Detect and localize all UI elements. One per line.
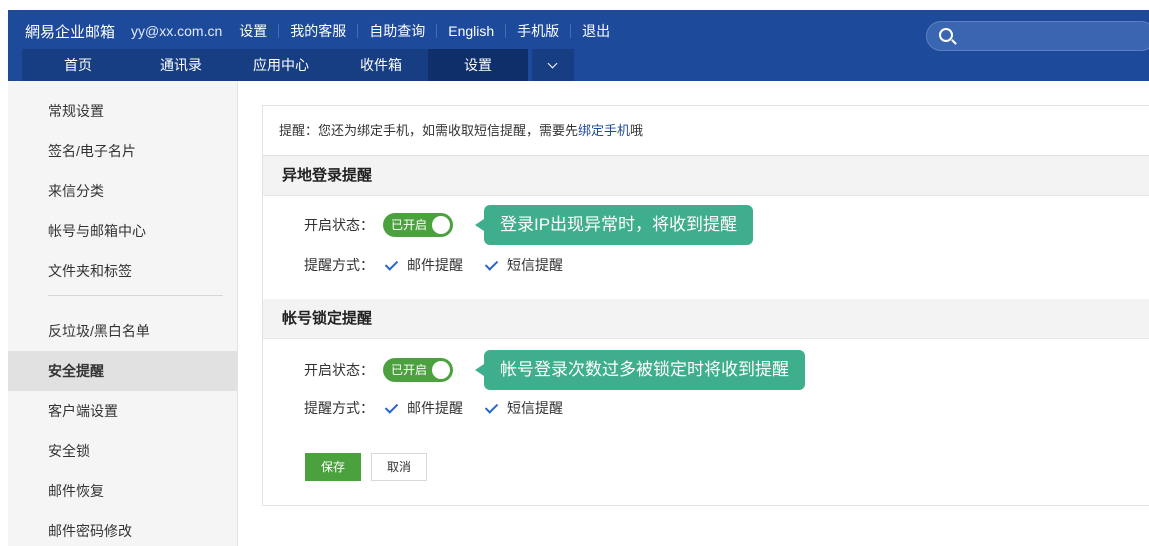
tab-settings[interactable]: 设置 (428, 49, 528, 81)
sidebar-item-mail-recovery[interactable]: 邮件恢复 (8, 471, 237, 511)
security-alert-panel: 提醒：您还为绑定手机，如需收取短信提醒，需要先绑定手机哦 异地登录提醒 开启状态… (262, 105, 1149, 506)
tab-contacts[interactable]: 通讯录 (134, 49, 228, 81)
main-nav: 首页 通讯录 应用中心 收件箱 设置 (22, 49, 574, 81)
account-lock-status-row: 开启状态： 已开启 帐号登录次数过多被锁定时将收到提醒 (263, 350, 1149, 390)
sidebar-item-account-center[interactable]: 帐号与邮箱中心 (8, 211, 237, 251)
account-lock-sms-checkbox[interactable]: 短信提醒 (483, 398, 563, 418)
sidebar-divider (48, 295, 223, 296)
status-label: 开启状态： (304, 217, 374, 233)
remote-login-section-title: 异地登录提醒 (263, 156, 1149, 196)
search-icon (939, 28, 953, 42)
brand-logo: 網易企业邮箱 (25, 23, 116, 41)
account-lock-tooltip: 帐号登录次数过多被锁定时将收到提醒 (475, 350, 805, 390)
status-label: 开启状态： (304, 362, 374, 378)
sidebar: 常规设置 签名/电子名片 来信分类 帐号与邮箱中心 文件夹和标签 反垃圾/黑白名… (8, 81, 238, 546)
tab-inbox[interactable]: 收件箱 (334, 49, 428, 81)
nav-more-button[interactable] (532, 49, 574, 81)
toggle-knob (432, 361, 450, 379)
sidebar-item-antispam[interactable]: 反垃圾/黑白名单 (8, 311, 237, 351)
sidebar-item-general[interactable]: 常规设置 (8, 91, 237, 131)
link-logout[interactable]: 退出 (570, 24, 621, 38)
method-label: 提醒方式： (304, 400, 374, 416)
remote-login-sms-checkbox[interactable]: 短信提醒 (483, 255, 563, 275)
checkbox-label: 邮件提醒 (407, 257, 463, 273)
notice-suffix: 哦 (630, 123, 644, 138)
remote-login-status-row: 开启状态： 已开启 登录IP出现异常时，将收到提醒 (263, 205, 1149, 245)
checkbox-label: 短信提醒 (507, 257, 563, 273)
account-lock-method-row: 提醒方式： 邮件提醒 短信提醒 (263, 388, 1149, 428)
link-settings[interactable]: 设置 (228, 24, 278, 38)
form-actions: 保存 取消 (305, 453, 427, 481)
account-lock-section-title: 帐号锁定提醒 (263, 299, 1149, 339)
link-customer-service[interactable]: 我的客服 (278, 24, 357, 38)
remote-login-method-row: 提醒方式： 邮件提醒 短信提醒 (263, 245, 1149, 285)
remote-login-email-checkbox[interactable]: 邮件提醒 (383, 255, 463, 275)
sidebar-item-client-settings[interactable]: 客户端设置 (8, 391, 237, 431)
save-button[interactable]: 保存 (305, 453, 361, 481)
link-self-service[interactable]: 自助查询 (357, 24, 436, 38)
bind-phone-link[interactable]: 绑定手机 (578, 123, 630, 138)
sidebar-item-security-lock[interactable]: 安全锁 (8, 431, 237, 471)
chevron-down-icon (547, 58, 558, 69)
checkmark-icon (483, 400, 499, 416)
toggle-knob (432, 216, 450, 234)
sidebar-item-password-change[interactable]: 邮件密码修改 (8, 511, 237, 546)
checkmark-icon (383, 257, 399, 273)
sidebar-item-signature[interactable]: 签名/电子名片 (8, 131, 237, 171)
link-english[interactable]: English (436, 24, 505, 38)
tab-home[interactable]: 首页 (22, 49, 134, 81)
checkmark-icon (483, 257, 499, 273)
sidebar-item-security-alerts[interactable]: 安全提醒 (8, 351, 237, 391)
search-input[interactable] (926, 21, 1149, 51)
remote-login-toggle[interactable]: 已开启 (383, 213, 453, 237)
sidebar-item-mail-rules[interactable]: 来信分类 (8, 171, 237, 211)
account-email: yy@xx.com.cn (131, 23, 223, 39)
checkbox-label: 短信提醒 (507, 400, 563, 416)
remote-login-tooltip: 登录IP出现异常时，将收到提醒 (474, 205, 754, 245)
account-lock-toggle[interactable]: 已开启 (383, 358, 453, 382)
toggle-text: 已开启 (391, 363, 428, 377)
link-mobile[interactable]: 手机版 (505, 24, 570, 38)
bind-phone-notice: 提醒：您还为绑定手机，如需收取短信提醒，需要先绑定手机哦 (263, 106, 1149, 156)
toggle-text: 已开启 (391, 218, 428, 232)
sidebar-item-folders-tags[interactable]: 文件夹和标签 (8, 251, 237, 291)
notice-text: 提醒：您还为绑定手机，如需收取短信提醒，需要先 (279, 123, 579, 138)
method-label: 提醒方式： (304, 257, 374, 273)
top-links: 網易企业邮箱 yy@xx.com.cn 设置 我的客服 自助查询 English… (8, 20, 621, 42)
account-lock-email-checkbox[interactable]: 邮件提醒 (383, 398, 463, 418)
tab-app-center[interactable]: 应用中心 (228, 49, 334, 81)
checkmark-icon (383, 400, 399, 416)
cancel-button[interactable]: 取消 (371, 453, 427, 481)
checkbox-label: 邮件提醒 (407, 400, 463, 416)
